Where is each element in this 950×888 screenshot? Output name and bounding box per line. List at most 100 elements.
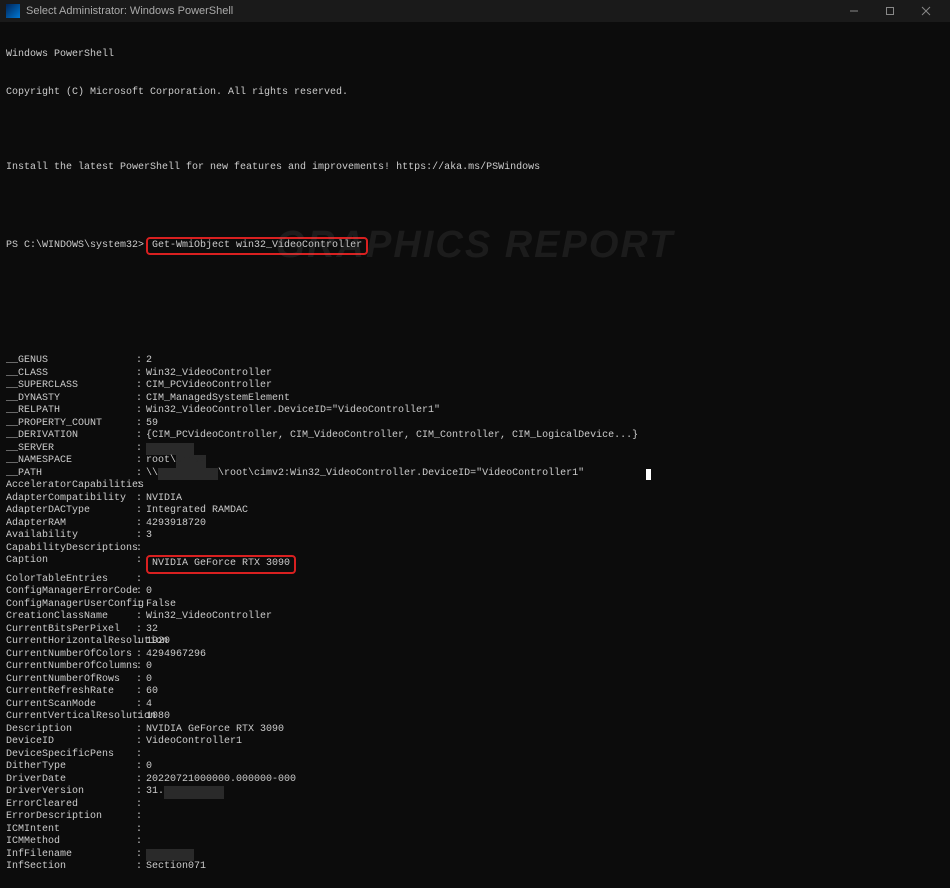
property-key: __CLASS: [6, 368, 136, 381]
property-value: [146, 574, 944, 587]
property-separator: :: [136, 636, 146, 649]
property-key: AdapterCompatibility: [6, 493, 136, 506]
property-value: [146, 749, 944, 762]
property-separator: :: [136, 799, 146, 812]
command-text: Get-WmiObject win32_VideoController: [152, 240, 362, 251]
maximize-button[interactable]: [872, 0, 908, 22]
property-row: __PATH: \\ \root\cimv2:Win32_VideoContro…: [6, 468, 944, 481]
property-row: Availability: 3: [6, 530, 944, 543]
property-key: InfSection: [6, 861, 136, 874]
property-value: 20220721000000.000000-000: [146, 774, 944, 787]
property-separator: :: [136, 786, 146, 799]
property-separator: :: [136, 418, 146, 431]
minimize-button[interactable]: [836, 0, 872, 22]
property-key: AcceleratorCapabilities: [6, 480, 136, 493]
property-key: Availability: [6, 530, 136, 543]
text-cursor: [646, 469, 651, 480]
property-separator: :: [136, 649, 146, 662]
property-separator: :: [136, 505, 146, 518]
property-separator: :: [136, 443, 146, 456]
property-value: 32: [146, 624, 944, 637]
property-separator: :: [136, 393, 146, 406]
property-key: CurrentVerticalResolution: [6, 711, 136, 724]
property-row: ConfigManagerErrorCode: 0: [6, 586, 944, 599]
property-row: DriverDate: 20220721000000.000000-000: [6, 774, 944, 787]
property-value: [146, 480, 944, 493]
property-value: 0: [146, 761, 944, 774]
property-row: __SERVER:: [6, 443, 944, 456]
property-value: Win32_VideoController: [146, 611, 944, 624]
property-row: AcceleratorCapabilities:: [6, 480, 944, 493]
property-value: 0: [146, 674, 944, 687]
property-separator: :: [136, 849, 146, 862]
property-key: CurrentNumberOfColors: [6, 649, 136, 662]
property-value: [146, 799, 944, 812]
property-row: __NAMESPACE: root\cimv2: [6, 455, 944, 468]
close-button[interactable]: [908, 0, 944, 22]
property-row: CapabilityDescriptions:: [6, 543, 944, 556]
property-separator: :: [136, 455, 146, 468]
property-separator: :: [136, 761, 146, 774]
property-row: CurrentHorizontalResolution: 1920: [6, 636, 944, 649]
property-row: DeviceID: VideoController1: [6, 736, 944, 749]
property-separator: :: [136, 711, 146, 724]
property-separator: :: [136, 543, 146, 556]
property-separator: :: [136, 686, 146, 699]
property-value: 4293918720: [146, 518, 944, 531]
window-titlebar: Select Administrator: Windows PowerShell: [0, 0, 950, 22]
property-value: 0: [146, 586, 944, 599]
property-key: DeviceSpecificPens: [6, 749, 136, 762]
property-separator: :: [136, 368, 146, 381]
property-value: \\ \root\cimv2:Win32_VideoController.Dev…: [146, 468, 944, 481]
property-key: Caption: [6, 555, 136, 574]
property-row: CreationClassName: Win32_VideoController: [6, 611, 944, 624]
property-key: __SERVER: [6, 443, 136, 456]
property-key: DriverDate: [6, 774, 136, 787]
property-row: DitherType: 0: [6, 761, 944, 774]
property-separator: :: [136, 586, 146, 599]
property-key: ErrorCleared: [6, 799, 136, 812]
property-value: [146, 849, 944, 862]
property-separator: :: [136, 468, 146, 481]
intro-line: Windows PowerShell: [6, 49, 944, 62]
property-key: CapabilityDescriptions: [6, 543, 136, 556]
property-row: __SUPERCLASS: CIM_PCVideoController: [6, 380, 944, 393]
property-separator: :: [136, 861, 146, 874]
property-value: [146, 443, 944, 456]
property-value: Win32_VideoController: [146, 368, 944, 381]
property-value: 0: [146, 661, 944, 674]
property-separator: :: [136, 480, 146, 493]
property-row: AdapterRAM: 4293918720: [6, 518, 944, 531]
window-controls: [836, 0, 944, 22]
property-value: VideoController1: [146, 736, 944, 749]
property-value: [146, 824, 944, 837]
property-key: CurrentNumberOfRows: [6, 674, 136, 687]
property-value: 59: [146, 418, 944, 431]
property-separator: :: [136, 518, 146, 531]
property-value: 4: [146, 699, 944, 712]
property-row: InfSection: Section071: [6, 861, 944, 874]
property-row: CurrentBitsPerPixel: 32: [6, 624, 944, 637]
property-separator: :: [136, 824, 146, 837]
property-key: AdapterRAM: [6, 518, 136, 531]
property-key: Description: [6, 724, 136, 737]
property-row: __DERIVATION: {CIM_PCVideoController, CI…: [6, 430, 944, 443]
property-value: CIM_ManagedSystemElement: [146, 393, 944, 406]
property-value: root\cimv2: [146, 455, 944, 468]
property-key: CurrentHorizontalResolution: [6, 636, 136, 649]
blank-line: [6, 280, 944, 293]
property-row: InfFilename:: [6, 849, 944, 862]
property-key: CreationClassName: [6, 611, 136, 624]
blank-line: [6, 199, 944, 212]
property-separator: :: [136, 599, 146, 612]
intro-line: Copyright (C) Microsoft Corporation. All…: [6, 87, 944, 100]
property-separator: :: [136, 661, 146, 674]
property-separator: :: [136, 355, 146, 368]
property-value: False: [146, 599, 944, 612]
property-separator: :: [136, 430, 146, 443]
property-value: Win32_VideoController.DeviceID="VideoCon…: [146, 405, 944, 418]
property-separator: :: [136, 774, 146, 787]
terminal-output[interactable]: Windows PowerShell Copyright (C) Microso…: [0, 22, 950, 888]
property-separator: :: [136, 493, 146, 506]
property-row: __CLASS: Win32_VideoController: [6, 368, 944, 381]
